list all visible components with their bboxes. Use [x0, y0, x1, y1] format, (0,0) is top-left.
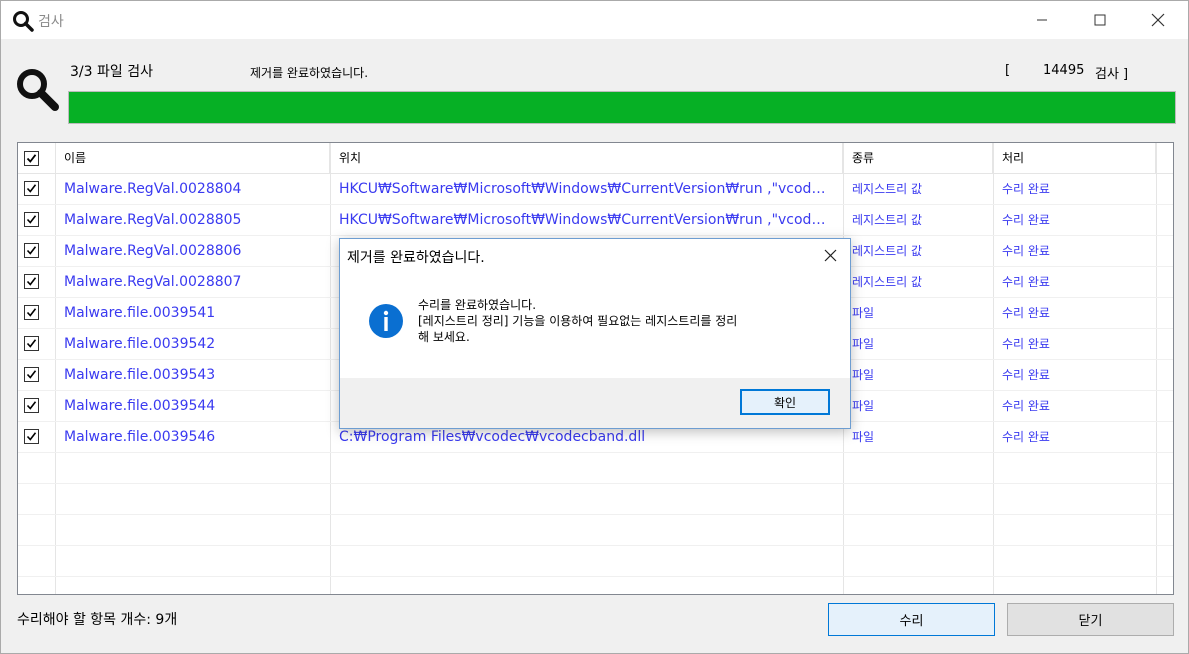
- row-type: 파일: [852, 306, 875, 320]
- scan-count-value: 14495: [1043, 63, 1085, 78]
- row-name: Malware.file.0039544: [64, 398, 216, 414]
- checkmark-icon: [26, 370, 37, 379]
- dialog-button-bar: 확인: [340, 378, 850, 428]
- checkmark-icon: [26, 246, 37, 255]
- window-title: 검사: [38, 14, 64, 30]
- row-checkbox[interactable]: [24, 367, 39, 382]
- row-name: Malware.RegVal.0028805: [64, 212, 242, 228]
- scan-count-bracket: [: [1005, 63, 1011, 78]
- table-row: [18, 577, 1173, 594]
- close-window-button[interactable]: [1135, 1, 1181, 39]
- row-checkbox[interactable]: [24, 305, 39, 320]
- row-action: 수리 완료: [1002, 182, 1050, 196]
- maximize-button[interactable]: [1077, 1, 1123, 39]
- row-name: Malware.file.0039543: [64, 367, 216, 383]
- minimize-button[interactable]: [1019, 1, 1065, 39]
- row-action: 수리 완료: [1002, 244, 1050, 258]
- scan-window: 검사 3/3 파일 검사 제거를 완료하였습니다. [ 14495 검사 ] 이…: [0, 0, 1189, 654]
- row-location: HKCU₩Software₩Microsoft₩Windows₩CurrentV…: [339, 181, 831, 197]
- row-action: 수리 완료: [1002, 275, 1050, 289]
- row-type: 레지스트리 값: [852, 182, 923, 196]
- dialog-title: 제거를 완료하였습니다.: [347, 250, 485, 266]
- checkmark-icon: [26, 401, 37, 410]
- dialog-message-line1: 수리를 완료하였습니다.: [418, 298, 537, 312]
- row-name: Malware.file.0039542: [64, 336, 216, 352]
- dialog-close-button[interactable]: [810, 239, 850, 271]
- scan-progress-bar: [68, 91, 1176, 124]
- scan-step-label: 3/3 파일 검사: [70, 64, 153, 80]
- magnifier-icon: [13, 11, 34, 32]
- row-type: 파일: [852, 337, 875, 351]
- title-bar: 검사: [1, 1, 1188, 39]
- repair-count-label: 수리해야 할 항목 개수: 9개: [17, 612, 178, 628]
- scan-status-text: 제거를 완료하였습니다.: [250, 66, 369, 80]
- row-action: 수리 완료: [1002, 306, 1050, 320]
- row-checkbox[interactable]: [24, 212, 39, 227]
- row-checkbox[interactable]: [24, 336, 39, 351]
- dialog-message: 수리를 완료하였습니다. [레지스트리 정리] 기능을 이용하여 필요없는 레지…: [418, 297, 828, 345]
- close-icon: [824, 249, 836, 261]
- checkmark-icon: [26, 339, 37, 348]
- row-name: Malware.RegVal.0028804: [64, 181, 242, 197]
- dialog-message-line3: 해 보세요.: [418, 330, 470, 344]
- table-row: [18, 484, 1173, 515]
- row-name: Malware.file.0039546: [64, 429, 216, 445]
- checkmark-icon: [26, 308, 37, 317]
- checkmark-icon: [26, 277, 37, 286]
- row-action: 수리 완료: [1002, 430, 1050, 444]
- row-location: HKCU₩Software₩Microsoft₩Windows₩CurrentV…: [339, 212, 831, 228]
- column-header-location[interactable]: 위치: [331, 143, 843, 174]
- scan-count-suffix: 검사 ]: [1095, 67, 1129, 82]
- minimize-icon: [1037, 19, 1047, 21]
- row-checkbox[interactable]: [24, 274, 39, 289]
- column-header-name[interactable]: 이름: [56, 143, 330, 174]
- row-checkbox[interactable]: [24, 429, 39, 444]
- repair-button[interactable]: 수리: [828, 603, 995, 636]
- row-name: Malware.RegVal.0028807: [64, 274, 242, 290]
- row-name: Malware.file.0039541: [64, 305, 216, 321]
- row-action: 수리 완료: [1002, 213, 1050, 227]
- table-row[interactable]: Malware.RegVal.0028805 HKCU₩Software₩Micr…: [18, 205, 1173, 236]
- checkmark-icon: [26, 184, 37, 193]
- row-action: 수리 완료: [1002, 368, 1050, 382]
- progress-fill: [69, 92, 1175, 123]
- close-button[interactable]: 닫기: [1007, 603, 1174, 636]
- row-checkbox[interactable]: [24, 243, 39, 258]
- row-type: 파일: [852, 430, 875, 444]
- scan-magnifier-icon: [17, 69, 59, 111]
- checkmark-icon: [26, 432, 37, 441]
- row-type: 레지스트리 값: [852, 213, 923, 227]
- row-type: 레지스트리 값: [852, 244, 923, 258]
- row-checkbox[interactable]: [24, 398, 39, 413]
- select-all-checkbox[interactable]: [24, 151, 39, 166]
- table-row: [18, 515, 1173, 546]
- info-icon: [369, 304, 403, 338]
- column-header-action[interactable]: 처리: [994, 143, 1156, 174]
- table-header: 이름 위치 종류 처리: [18, 143, 1173, 174]
- row-type: 파일: [852, 399, 875, 413]
- row-type: 파일: [852, 368, 875, 382]
- checkmark-icon: [26, 154, 37, 163]
- checkmark-icon: [26, 215, 37, 224]
- row-name: Malware.RegVal.0028806: [64, 243, 242, 259]
- dialog-message-line2: [레지스트리 정리] 기능을 이용하여 필요없는 레지스트리를 정리: [418, 314, 738, 328]
- completion-dialog: 제거를 완료하였습니다. 수리를 완료하였습니다. [레지스트리 정리] 기능을…: [339, 238, 851, 429]
- dialog-ok-button[interactable]: 확인: [740, 389, 830, 415]
- maximize-icon: [1094, 14, 1106, 26]
- close-icon: [1151, 13, 1165, 27]
- row-action: 수리 완료: [1002, 337, 1050, 351]
- row-action: 수리 완료: [1002, 399, 1050, 413]
- table-row: [18, 453, 1173, 484]
- row-checkbox[interactable]: [24, 181, 39, 196]
- table-row[interactable]: Malware.RegVal.0028804 HKCU₩Software₩Micr…: [18, 174, 1173, 205]
- table-row: [18, 546, 1173, 577]
- column-header-type[interactable]: 종류: [844, 143, 993, 174]
- row-type: 레지스트리 값: [852, 275, 923, 289]
